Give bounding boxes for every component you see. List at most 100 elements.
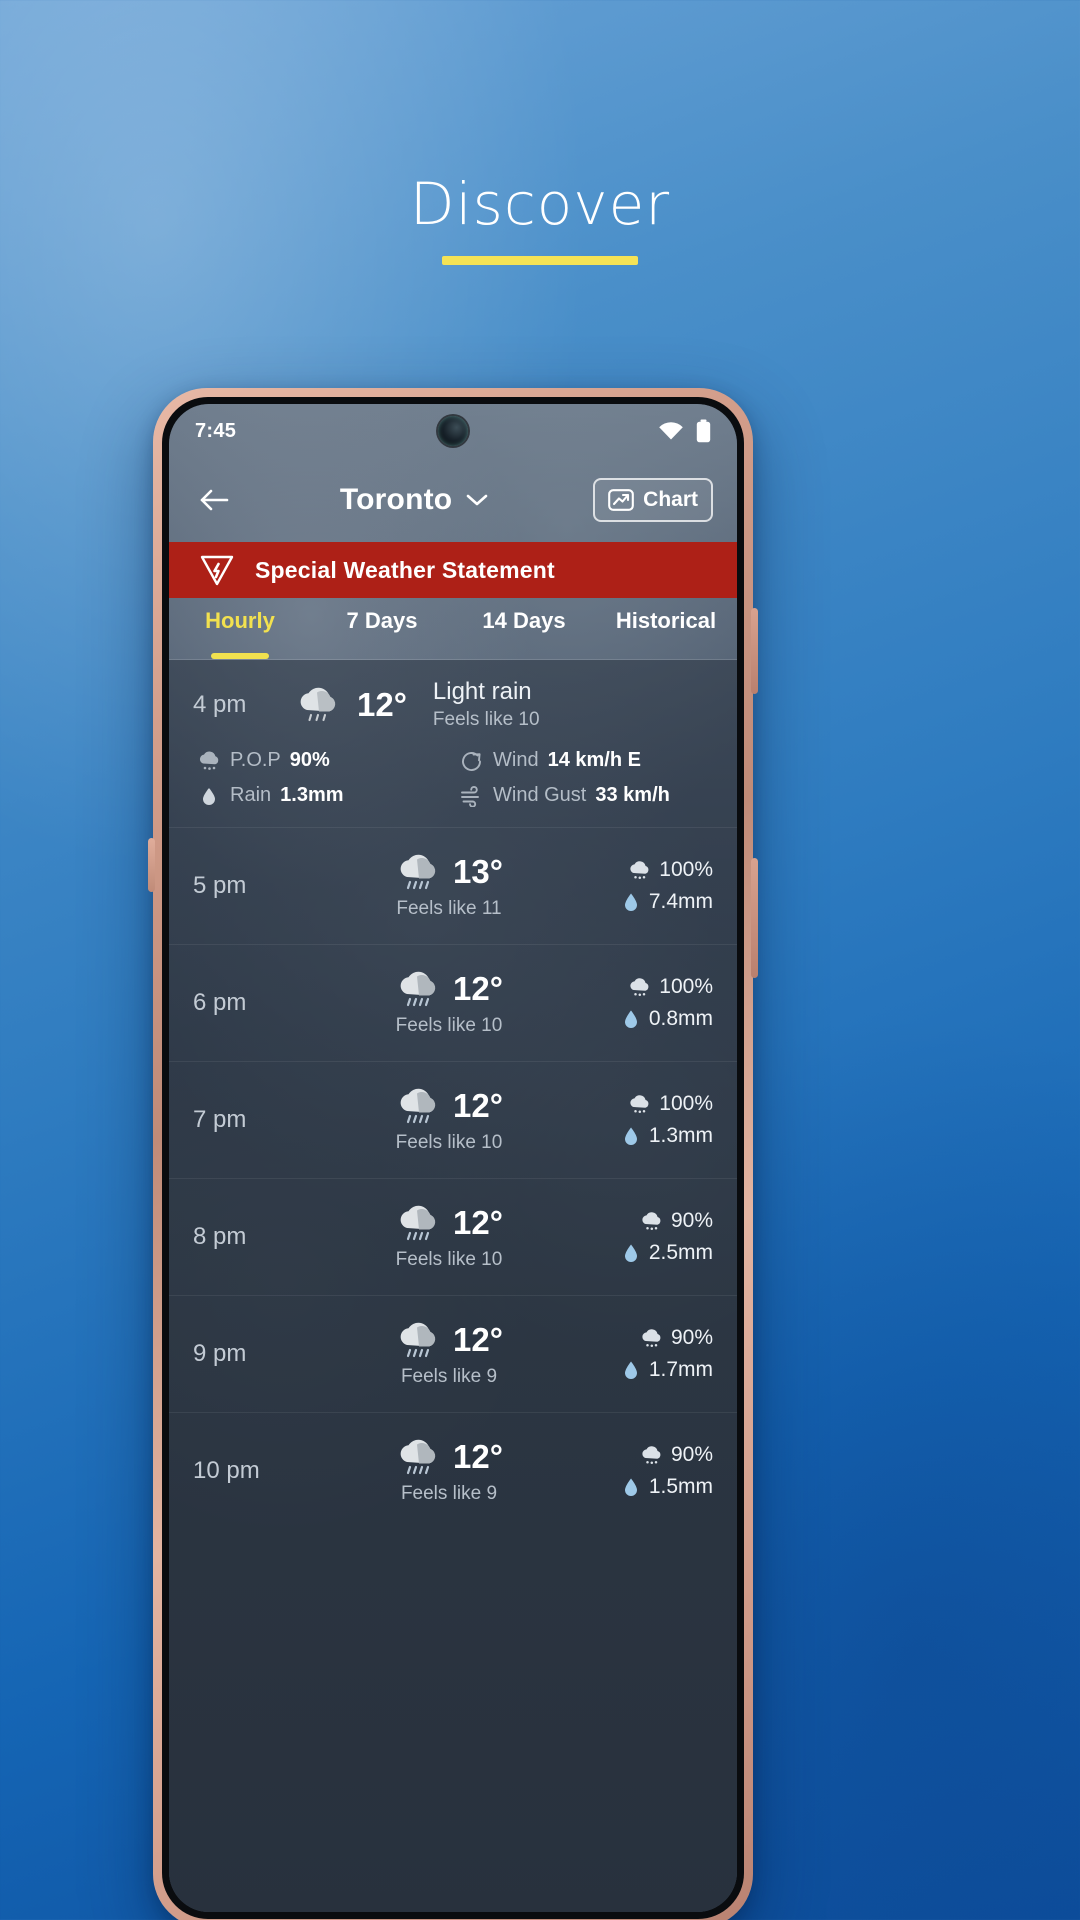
hourly-row-rain-value: 2.5mm — [648, 1241, 713, 1264]
hourly-forecast-list[interactable]: 4 pm 12° Light rain Feels like 10 P.O.P … — [169, 660, 737, 1912]
hourly-row-pop-value: 90% — [670, 1209, 713, 1232]
hourly-condition: Light rain — [432, 678, 532, 705]
hourly-row-rain: 1.3mm — [621, 1124, 713, 1148]
rain-cloud-icon — [395, 969, 441, 1009]
hourly-row-temperature: 12° — [453, 1204, 503, 1241]
hourly-row-rain-value: 1.7mm — [648, 1358, 713, 1381]
rain-cloud-icon — [395, 1437, 441, 1477]
hourly-row-rain-value: 0.8mm — [648, 1007, 713, 1030]
hourly-row-temperature: 13° — [453, 853, 503, 890]
hourly-row-time: 6 pm — [193, 989, 247, 1016]
stat-wind-gust-value: 33 km/h — [595, 784, 670, 806]
water-drop-icon — [621, 891, 641, 913]
stat-rain-value: 1.3mm — [280, 784, 344, 806]
chevron-down-icon — [466, 493, 488, 507]
side-button-left[interactable] — [148, 838, 155, 892]
weather-alert-text: Special Weather Statement — [255, 556, 555, 583]
rain-cloud-icon — [395, 1086, 441, 1126]
hourly-row-rain-value: 1.3mm — [648, 1124, 713, 1147]
warning-triangle-icon — [199, 553, 235, 587]
stat-rain: Rain 1.3mm — [197, 784, 450, 807]
tab-hourly-label: Hourly — [205, 608, 275, 633]
hourly-row[interactable]: 8 pm 12° Feels like 10 90% 2.5mm — [169, 1178, 737, 1295]
hourly-row-temperature: 12° — [453, 1321, 503, 1358]
hourly-row-pop-value: 90% — [670, 1443, 713, 1466]
tab-7-days-label: 7 Days — [346, 608, 418, 633]
hourly-row-time: 10 pm — [193, 1457, 260, 1484]
hourly-row[interactable]: 5 pm 13° Feels like 11 100% 7.4mm — [169, 827, 737, 944]
tab-historical-label: Historical — [615, 608, 717, 633]
hourly-row-feels-like: Feels like 11 — [396, 898, 502, 919]
phone-mockup: 7:45 Toronto Chart Special Weather State… — [148, 388, 758, 1920]
hourly-feels-like: Feels like 10 — [432, 709, 540, 730]
hourly-time: 4 pm — [193, 690, 247, 718]
tab-hourly[interactable]: Hourly — [169, 598, 311, 659]
tab-historical[interactable]: Historical — [595, 598, 737, 659]
power-button[interactable] — [751, 858, 758, 978]
hourly-row-pop: 90% — [640, 1443, 713, 1467]
hourly-row-rain: 2.5mm — [621, 1241, 713, 1265]
rain-cloud-icon — [395, 852, 441, 892]
hourly-row-feels-like: Feels like 9 — [400, 1366, 498, 1387]
hourly-row-rain-value: 1.5mm — [648, 1475, 713, 1498]
chart-line-icon — [608, 489, 635, 511]
rain-cloud-icon — [628, 860, 651, 880]
hourly-row-pop-value: 100% — [659, 975, 713, 998]
rain-cloud-icon — [395, 1320, 441, 1360]
chart-button[interactable]: Chart — [593, 478, 713, 522]
water-drop-icon — [197, 785, 221, 807]
promo-header: Discover — [0, 170, 1080, 265]
rain-cloud-icon — [640, 1211, 663, 1231]
water-drop-icon — [621, 1242, 641, 1264]
tab-active-indicator — [211, 653, 269, 659]
stat-pop-label: P.O.P — [230, 749, 281, 771]
hourly-row-rain-value: 7.4mm — [648, 890, 713, 913]
hourly-row-rain: 1.7mm — [621, 1358, 713, 1382]
front-camera-punch-hole — [438, 416, 468, 446]
hourly-row-pop-value: 100% — [659, 1092, 713, 1115]
hourly-row-rain: 1.5mm — [621, 1475, 713, 1499]
tab-14-days[interactable]: 14 Days — [453, 598, 595, 659]
forecast-tabs: Hourly 7 Days 14 Days Historical — [169, 598, 737, 660]
hourly-row-expanded[interactable]: 4 pm 12° Light rain Feels like 10 P.O.P … — [169, 660, 737, 827]
hourly-row-feels-like: Feels like 10 — [395, 1132, 503, 1153]
stat-rain-label: Rain — [230, 784, 272, 806]
volume-button[interactable] — [751, 608, 758, 694]
hourly-row-temperature: 12° — [453, 1087, 503, 1124]
hourly-row-pop: 100% — [628, 858, 713, 882]
page-title: Discover — [409, 170, 671, 238]
stat-wind: Wind 14 km/h E — [460, 749, 713, 772]
stat-wind-label: Wind — [493, 749, 539, 771]
water-drop-icon — [621, 1476, 641, 1498]
hourly-row-time: 8 pm — [193, 1223, 247, 1250]
hourly-row-pop: 100% — [628, 975, 713, 999]
phone-bezel: 7:45 Toronto Chart Special Weather State… — [162, 397, 744, 1919]
hourly-row-time: 7 pm — [193, 1106, 247, 1133]
city-selector[interactable]: Toronto — [235, 483, 593, 517]
wind-direction-icon — [460, 750, 484, 772]
chart-button-label: Chart — [643, 488, 698, 511]
hourly-row[interactable]: 7 pm 12° Feels like 10 100% 1.3mm — [169, 1061, 737, 1178]
hourly-row[interactable]: 6 pm 12° Feels like 10 100% 0.8mm — [169, 944, 737, 1061]
tab-7-days[interactable]: 7 Days — [311, 598, 453, 659]
arrow-left-icon — [198, 487, 230, 513]
hourly-row-feels-like: Feels like 10 — [395, 1015, 503, 1036]
stat-wind-value: 14 km/h E — [547, 749, 641, 771]
weather-alert-banner[interactable]: Special Weather Statement — [169, 542, 737, 598]
stat-pop: P.O.P 90% — [197, 749, 450, 772]
hourly-temperature: 12° — [357, 685, 407, 723]
water-drop-icon — [621, 1359, 641, 1381]
stat-wind-gust: Wind Gust 33 km/h — [460, 784, 713, 807]
status-time: 7:45 — [195, 419, 237, 442]
hourly-row-rain: 7.4mm — [621, 890, 713, 914]
title-underline — [442, 256, 638, 265]
hourly-row-pop-value: 90% — [670, 1326, 713, 1349]
hourly-row-rain: 0.8mm — [621, 1007, 713, 1031]
hourly-row-time: 5 pm — [193, 872, 247, 899]
hourly-row[interactable]: 9 pm 12° Feels like 9 90% 1.7mm — [169, 1295, 737, 1412]
hourly-row[interactable]: 10 pm 12° Feels like 9 90% 1.5mm — [169, 1412, 737, 1529]
hourly-row-temperature: 12° — [453, 1438, 503, 1475]
hourly-row-temperature: 12° — [453, 970, 503, 1007]
back-button[interactable] — [193, 479, 235, 521]
wifi-icon — [658, 421, 684, 441]
